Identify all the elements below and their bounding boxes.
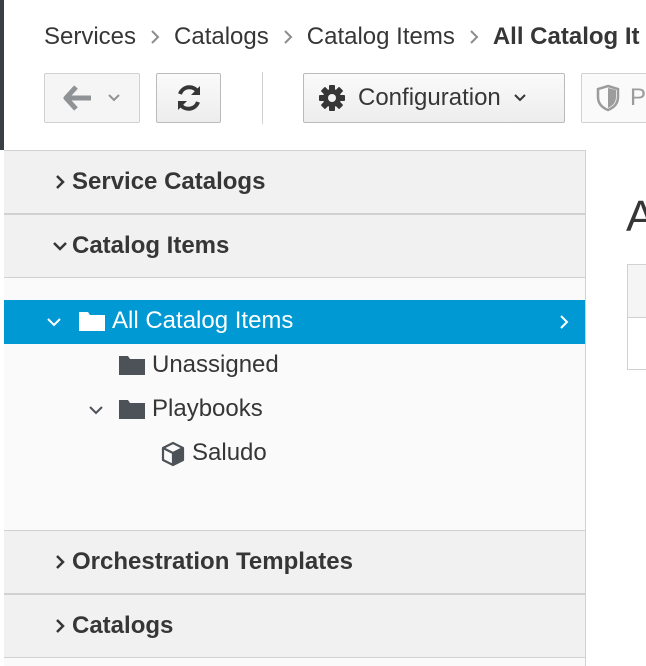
policy-label: P — [630, 84, 646, 111]
tree-node-unassigned[interactable]: Unassigned — [4, 344, 585, 388]
accordion-title: Service Catalogs — [72, 168, 266, 195]
folder-icon — [118, 353, 146, 377]
accordion-title: Orchestration Templates — [72, 548, 353, 575]
table-header — [628, 265, 646, 318]
shield-icon — [596, 84, 620, 112]
window-left-edge — [0, 0, 4, 150]
breadcrumb: Services Catalogs Catalog Items All Cata… — [44, 22, 640, 52]
arrow-left-icon — [63, 85, 93, 111]
breadcrumb-item-catalogs[interactable]: Catalogs — [174, 23, 269, 51]
toolbar-divider — [262, 72, 263, 124]
breadcrumb-item-catalog-items[interactable]: Catalog Items — [307, 23, 455, 51]
breadcrumb-item-services[interactable]: Services — [44, 23, 136, 51]
tree-node-label: Unassigned — [152, 351, 279, 378]
refresh-button[interactable] — [156, 73, 221, 123]
breadcrumb-separator-icon — [283, 30, 293, 44]
catalog-items-tree: All Catalog Items Unassigned Playbooks S… — [4, 278, 585, 530]
chevron-right-icon — [50, 618, 70, 634]
accordion-header-catalogs[interactable]: Catalogs — [4, 594, 585, 658]
tree-node-playbooks[interactable]: Playbooks — [4, 388, 585, 432]
chevron-down-icon[interactable] — [86, 400, 106, 420]
cube-icon — [160, 441, 186, 467]
tree-node-label: Playbooks — [152, 395, 263, 422]
chevron-right-icon — [559, 314, 569, 330]
gear-icon — [318, 84, 346, 112]
back-button[interactable] — [44, 73, 140, 123]
chevron-down-icon[interactable] — [44, 312, 64, 332]
chevron-right-icon — [50, 174, 70, 190]
sidebar-accordion: Service Catalogs Catalog Items All Catal… — [4, 150, 586, 666]
accordion-title: Catalogs — [72, 612, 174, 639]
configuration-label: Configuration — [358, 84, 501, 111]
policy-dropdown-button[interactable]: P — [581, 73, 646, 123]
accordion-header-catalog-items[interactable]: Catalog Items — [4, 214, 585, 278]
accordion-title: Catalog Items — [72, 232, 230, 259]
accordion-header-orchestration-templates[interactable]: Orchestration Templates — [4, 530, 585, 594]
tree-node-label: All Catalog Items — [112, 307, 294, 334]
tree-node-all-catalog-items[interactable]: All Catalog Items — [4, 300, 585, 344]
tree-node-saludo[interactable]: Saludo — [4, 432, 585, 476]
folder-icon — [78, 309, 106, 333]
breadcrumb-separator-icon — [150, 30, 160, 44]
chevron-down-icon — [513, 93, 527, 103]
refresh-icon — [174, 83, 204, 113]
breadcrumb-item-current: All Catalog It — [492, 23, 640, 50]
catalog-items-table — [627, 264, 646, 370]
folder-icon — [118, 397, 146, 421]
accordion-header-service-catalogs[interactable]: Service Catalogs — [4, 150, 585, 214]
chevron-down-icon — [107, 93, 121, 103]
chevron-down-icon — [50, 241, 70, 251]
tree-node-label: Saludo — [192, 439, 267, 466]
chevron-right-icon — [50, 554, 70, 570]
page-title: A — [626, 192, 646, 241]
breadcrumb-separator-icon — [469, 30, 479, 44]
configuration-dropdown-button[interactable]: Configuration — [303, 73, 565, 123]
